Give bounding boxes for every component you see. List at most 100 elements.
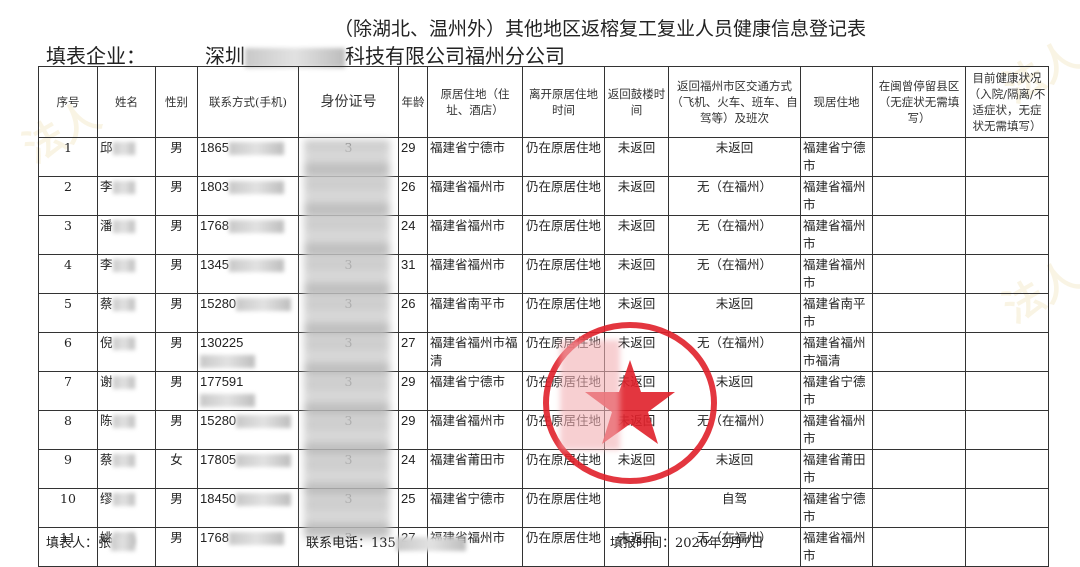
- cell-name: 潘: [97, 215, 156, 255]
- table-row: 3 潘 男 1768 24 福建省福州市 仍在原居住地 未返回 无（在福州） 福建省福州市: [38, 215, 1049, 255]
- contact-label: 联系电话：: [306, 536, 372, 551]
- cell-origin: 福建省宁德市: [427, 488, 523, 528]
- cell-age: 29: [398, 137, 428, 177]
- gender-text: 女: [170, 452, 183, 467]
- cell-age: 27: [398, 332, 428, 372]
- redacted-block: [112, 298, 135, 311]
- redacted-block: [236, 493, 292, 507]
- origin-text: 福建省福州市: [430, 179, 506, 194]
- redacted-block: [200, 394, 255, 408]
- cell-name: 蔡: [97, 449, 156, 489]
- cell-age: 29: [398, 410, 428, 450]
- cell-no: 10: [38, 488, 98, 528]
- cell-current: 福建省宁德市: [800, 371, 873, 411]
- table-row: 2 李 男 1803 26 福建省福州市 仍在原居住地 未返回 无（在福州） 福建省福州市: [38, 176, 1049, 216]
- cell-left: 仍在原居住地: [522, 137, 605, 177]
- current-text: 福建省宁德市: [803, 374, 866, 407]
- redacted-block: [236, 298, 292, 312]
- cell-stay: [872, 449, 966, 489]
- redacted-block: [395, 536, 466, 551]
- left-text: 仍在原居住地: [525, 179, 601, 194]
- cell-phone: 15280: [197, 293, 299, 333]
- redacted-block: [228, 532, 284, 546]
- gender-text: 男: [170, 179, 183, 194]
- origin-text: 福建省宁德市: [430, 374, 506, 389]
- cell-gender: 男: [155, 410, 198, 450]
- cell-phone: 1803: [197, 176, 299, 216]
- phone-text: 1768: [200, 530, 229, 545]
- name-text: 陈: [100, 413, 113, 428]
- origin-text: 福建省莆田市: [430, 452, 506, 467]
- header-phone: 联系方式(手机): [197, 66, 299, 138]
- redacted-block: [111, 536, 136, 551]
- phone-text: 1803: [200, 179, 229, 194]
- gender-text: 男: [170, 374, 183, 389]
- cell-left: 仍在原居住地: [522, 176, 605, 216]
- gender-text: 男: [170, 257, 183, 272]
- cell-health: [965, 371, 1049, 411]
- cell-name: 李: [97, 254, 156, 294]
- transport-text: 无（在福州）: [696, 218, 772, 233]
- cell-health: [965, 410, 1049, 450]
- no-text: 2: [64, 179, 72, 194]
- return-text: 未返回: [617, 140, 656, 155]
- redacted-block: [228, 259, 284, 273]
- gender-text: 男: [170, 140, 183, 155]
- cell-stay: [872, 527, 966, 567]
- current-text: 福建省莆田市: [803, 452, 866, 485]
- phone-text: 1865: [200, 140, 229, 155]
- cell-health: [965, 527, 1049, 567]
- cell-name: 谢: [97, 371, 156, 411]
- phone-text: 177591: [200, 374, 244, 389]
- gender-text: 男: [170, 218, 183, 233]
- cell-name: 蔡: [97, 293, 156, 333]
- redacted-block: [112, 220, 135, 233]
- age-text: 31: [401, 257, 416, 272]
- cell-origin: 福建省福州市: [427, 254, 523, 294]
- no-text: 1: [64, 140, 72, 155]
- cell-no: 6: [38, 332, 98, 372]
- cell-stay: [872, 488, 966, 528]
- current-text: 福建省福州市: [803, 179, 866, 212]
- left-text: 仍在原居住地: [525, 296, 601, 311]
- cell-origin: 福建省宁德市: [427, 137, 523, 177]
- cell-origin: 福建省福州市: [427, 176, 523, 216]
- current-text: 福建省南平市: [803, 296, 866, 329]
- cell-stay: [872, 137, 966, 177]
- cell-stay: [872, 293, 966, 333]
- transport-text: 未返回: [715, 140, 754, 155]
- cell-left: 仍在原居住地: [522, 215, 605, 255]
- transport-text: 无（在福州）: [696, 179, 772, 194]
- header-health: 目前健康状况（入院/隔离/不适症状，无症状无需填写）: [965, 66, 1049, 138]
- cell-stay: [872, 176, 966, 216]
- cell-gender: 男: [155, 176, 198, 216]
- redacted-block: [112, 142, 135, 155]
- company-suffix: 科技有限公司福州分公司: [345, 44, 565, 68]
- name-text: 潘: [100, 218, 113, 233]
- phone-text: 15280: [200, 413, 237, 428]
- cell-age: 26: [398, 176, 428, 216]
- cell-health: [965, 254, 1049, 294]
- date-value: 2020年2月7日: [675, 536, 764, 551]
- cell-no: 2: [38, 176, 98, 216]
- contact-phone: 联系电话：135: [306, 532, 466, 551]
- left-text: 仍在原居住地: [525, 491, 601, 506]
- name-text: 缪: [100, 491, 113, 506]
- return-text: 未返回: [617, 179, 656, 194]
- origin-text: 福建省南平市: [430, 296, 506, 311]
- cell-origin: 福建省宁德市: [427, 371, 523, 411]
- current-text: 福建省宁德市: [803, 140, 866, 173]
- cell-phone: 1865: [197, 137, 299, 177]
- company-seal: [543, 322, 717, 484]
- name-text: 李: [100, 179, 113, 194]
- redacted-block: [112, 337, 135, 350]
- gender-text: 男: [170, 491, 183, 506]
- cell-transport: 无（在福州）: [668, 254, 801, 294]
- cell-return: 未返回: [604, 137, 669, 177]
- age-text: 27: [401, 335, 416, 350]
- cell-age: 26: [398, 293, 428, 333]
- cell-gender: 男: [155, 293, 198, 333]
- redacted-block: [112, 181, 135, 194]
- redacted-block: [112, 415, 135, 428]
- cell-current: 福建省福州市: [800, 215, 873, 255]
